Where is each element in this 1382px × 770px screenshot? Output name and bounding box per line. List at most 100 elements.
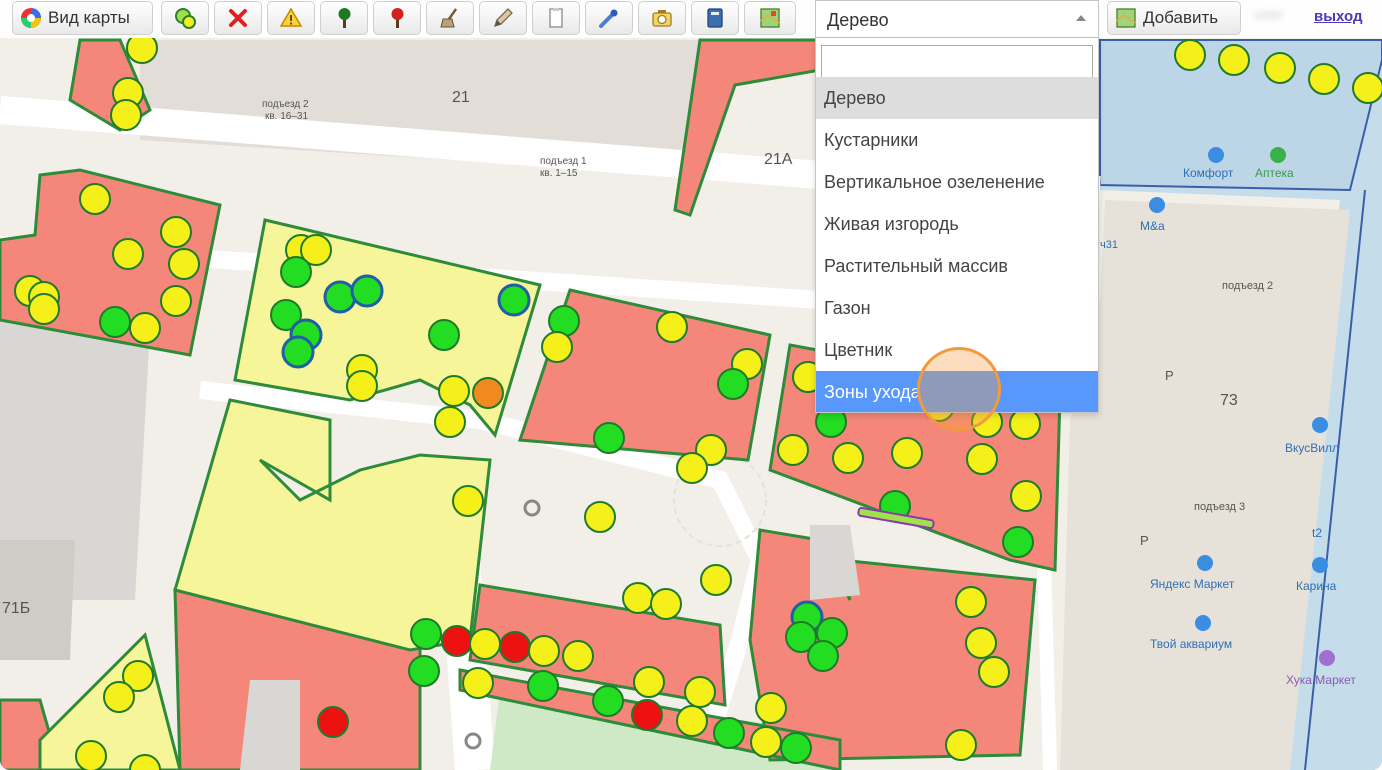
tree-marker[interactable] bbox=[499, 631, 531, 663]
tree-marker[interactable] bbox=[713, 717, 745, 749]
notebook-button[interactable] bbox=[691, 1, 739, 35]
tree-marker[interactable] bbox=[527, 670, 559, 702]
tree-marker[interactable] bbox=[1218, 44, 1250, 76]
tree-marker[interactable] bbox=[676, 452, 708, 484]
tree-marker[interactable] bbox=[965, 627, 997, 659]
tree-marker[interactable] bbox=[129, 312, 161, 344]
tree-marker[interactable] bbox=[350, 274, 384, 308]
tree-marker-red-button[interactable] bbox=[373, 1, 421, 35]
tree-marker[interactable] bbox=[1010, 480, 1042, 512]
tree-marker[interactable] bbox=[593, 422, 625, 454]
add-tree-button[interactable] bbox=[161, 1, 209, 35]
tree-marker[interactable] bbox=[408, 655, 440, 687]
logout-link[interactable]: выход bbox=[1314, 8, 1363, 25]
option-plant-massif[interactable]: Растительный массив bbox=[816, 245, 1098, 287]
option-vertical-greening[interactable]: Вертикальное озеленение bbox=[816, 161, 1098, 203]
tree-marker[interactable] bbox=[346, 370, 378, 402]
tree-marker[interactable] bbox=[28, 293, 60, 325]
tree-marker[interactable] bbox=[1308, 63, 1340, 95]
tree-marker[interactable] bbox=[410, 618, 442, 650]
option-tree[interactable]: Дерево bbox=[816, 77, 1098, 119]
entrance-label: подъезд 1 bbox=[540, 156, 587, 167]
tree-marker[interactable] bbox=[750, 726, 782, 758]
tree-marker[interactable] bbox=[281, 335, 315, 369]
building-number: 71Б bbox=[2, 600, 30, 617]
option-flowerbed[interactable]: Цветник bbox=[816, 329, 1098, 371]
tree-marker-button[interactable] bbox=[320, 1, 368, 35]
tree-marker[interactable] bbox=[528, 635, 560, 667]
poi-pin bbox=[1319, 650, 1335, 666]
tree-marker[interactable] bbox=[323, 280, 357, 314]
tree-marker[interactable] bbox=[428, 319, 460, 351]
option-shrubs[interactable]: Кустарники bbox=[816, 119, 1098, 161]
tree-marker[interactable] bbox=[1264, 52, 1296, 84]
option-lawn[interactable]: Газон bbox=[816, 287, 1098, 329]
tree-marker[interactable] bbox=[780, 732, 812, 764]
option-care-zones[interactable]: Зоны ухода bbox=[816, 371, 1098, 412]
tree-marker[interactable] bbox=[1002, 526, 1034, 558]
tree-marker[interactable] bbox=[684, 676, 716, 708]
tree-marker[interactable] bbox=[1352, 72, 1382, 104]
tree-marker[interactable] bbox=[650, 588, 682, 620]
map-view-button[interactable]: Вид карты bbox=[12, 1, 153, 35]
parking-label: P bbox=[1140, 533, 1149, 548]
tree-marker[interactable] bbox=[700, 564, 732, 596]
tree-marker[interactable] bbox=[631, 699, 663, 731]
tree-marker[interactable] bbox=[622, 582, 654, 614]
tree-marker[interactable] bbox=[755, 692, 787, 724]
tree-marker[interactable] bbox=[317, 706, 349, 738]
warning-button[interactable] bbox=[267, 1, 315, 35]
tree-marker[interactable] bbox=[633, 666, 665, 698]
tree-marker[interactable] bbox=[472, 377, 504, 409]
tree-marker[interactable] bbox=[945, 729, 977, 761]
tree-marker[interactable] bbox=[497, 283, 531, 317]
tree-marker[interactable] bbox=[717, 368, 749, 400]
tree-marker[interactable] bbox=[978, 656, 1010, 688]
tree-marker[interactable] bbox=[676, 705, 708, 737]
tree-marker[interactable] bbox=[462, 667, 494, 699]
poi-label: Яндекс Маркет bbox=[1150, 577, 1235, 591]
pipette-button[interactable] bbox=[585, 1, 633, 35]
tree-marker[interactable] bbox=[103, 681, 135, 713]
add-button[interactable]: Добавить bbox=[1107, 1, 1241, 35]
tree-marker[interactable] bbox=[441, 625, 473, 657]
tree-marker[interactable] bbox=[891, 437, 923, 469]
map-export-button[interactable] bbox=[744, 1, 796, 35]
warning-icon bbox=[279, 7, 303, 27]
tree-marker[interactable] bbox=[777, 434, 809, 466]
tree-marker[interactable] bbox=[160, 285, 192, 317]
tree-marker[interactable] bbox=[75, 740, 107, 770]
tree-marker[interactable] bbox=[541, 331, 573, 363]
tree-marker[interactable] bbox=[469, 628, 501, 660]
tree-marker[interactable] bbox=[807, 640, 839, 672]
tree-marker[interactable] bbox=[832, 442, 864, 474]
tree-marker[interactable] bbox=[592, 685, 624, 717]
edit-button[interactable] bbox=[479, 1, 527, 35]
tree-marker[interactable] bbox=[79, 183, 111, 215]
option-hedge[interactable]: Живая изгородь bbox=[816, 203, 1098, 245]
tree-marker[interactable] bbox=[1009, 408, 1041, 440]
tree-marker[interactable] bbox=[562, 640, 594, 672]
tree-marker[interactable] bbox=[168, 248, 200, 280]
broom-button[interactable] bbox=[426, 1, 474, 35]
tree-marker[interactable] bbox=[434, 406, 466, 438]
map-canvas[interactable]: 21 21А 73 71Б подъезд 2 кв. 16–31 подъез… bbox=[0, 0, 1382, 770]
tree-marker[interactable] bbox=[1174, 39, 1206, 71]
delete-button[interactable] bbox=[214, 1, 262, 35]
tree-marker[interactable] bbox=[955, 586, 987, 618]
map-export-icon bbox=[760, 8, 780, 28]
poi-label: t2 bbox=[1312, 526, 1322, 540]
document-button[interactable] bbox=[532, 1, 580, 35]
tree-marker[interactable] bbox=[99, 306, 131, 338]
tree-marker[interactable] bbox=[966, 443, 998, 475]
tree-marker[interactable] bbox=[280, 256, 312, 288]
tree-marker[interactable] bbox=[656, 311, 688, 343]
tree-marker[interactable] bbox=[110, 99, 142, 131]
tree-marker[interactable] bbox=[160, 216, 192, 248]
layer-type-select[interactable]: Дерево bbox=[815, 0, 1099, 38]
tree-marker[interactable] bbox=[452, 485, 484, 517]
camera-button[interactable] bbox=[638, 1, 686, 35]
tree-marker[interactable] bbox=[112, 238, 144, 270]
tree-marker[interactable] bbox=[584, 501, 616, 533]
tree-marker[interactable] bbox=[438, 375, 470, 407]
